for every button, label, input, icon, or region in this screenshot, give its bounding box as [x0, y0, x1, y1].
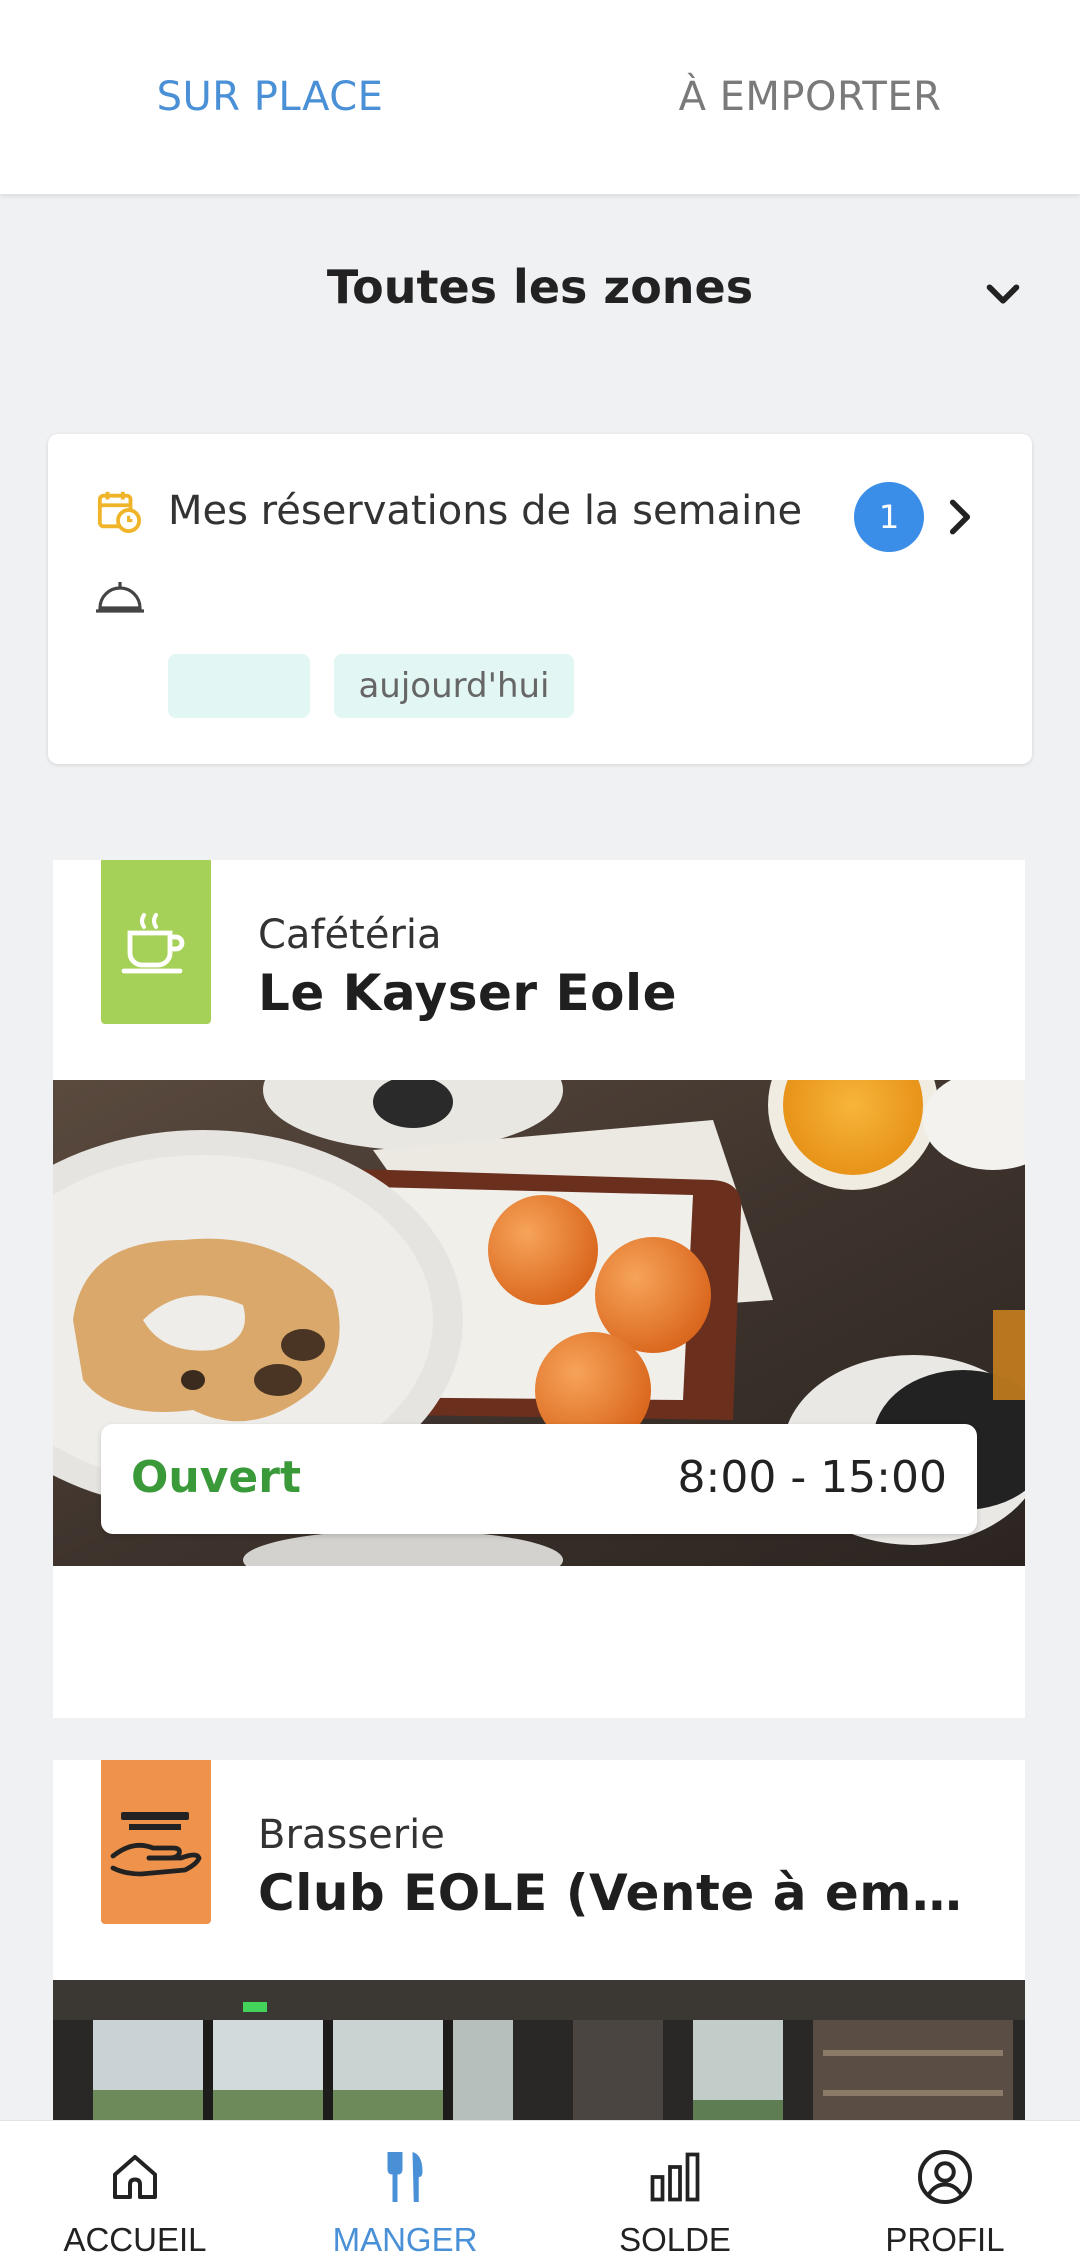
- service-mode-tabs: SUR PLACE À EMPORTER: [0, 0, 1080, 194]
- home-icon: [113, 2155, 157, 2199]
- reservation-day-chip[interactable]: [168, 654, 310, 718]
- nav-accueil[interactable]: ACCUEIL: [0, 2121, 270, 2268]
- serving-hand-icon: [110, 1812, 202, 1877]
- restaurant-photo: Ouvert 8:00 - 15:00: [53, 1080, 1025, 1566]
- fork-knife-icon: [387, 2152, 423, 2202]
- bottom-navigation: ACCUEIL MANGER SOLDE PROFIL: [0, 2120, 1080, 2268]
- nav-label-accueil: ACCUEIL: [63, 2221, 207, 2258]
- open-status: Ouvert: [131, 1452, 301, 1503]
- chevron-right-icon[interactable]: [938, 492, 982, 542]
- opening-hours-box: Ouvert 8:00 - 15:00: [101, 1424, 977, 1534]
- zone-title: Toutes les zones: [326, 260, 754, 314]
- calendar-clock-icon: [97, 491, 142, 534]
- reservations-card[interactable]: Mes réservations de la semaine 1 aujourd…: [48, 434, 1032, 764]
- reservations-title: Mes réservations de la semaine: [168, 488, 803, 534]
- nav-manger[interactable]: MANGER: [270, 2121, 540, 2268]
- nav-label-solde: SOLDE: [619, 2221, 731, 2258]
- nav-profil[interactable]: PROFIL: [810, 2121, 1080, 2268]
- nav-solde[interactable]: SOLDE: [540, 2121, 810, 2268]
- zone-selector[interactable]: Toutes les zones: [0, 240, 1080, 340]
- bar-chart-icon: [650, 2152, 700, 2202]
- restaurant-type: Brasserie: [258, 1812, 445, 1858]
- reservations-count-badge: 1: [854, 482, 924, 552]
- user-circle-icon: [918, 2150, 972, 2204]
- nav-label-profil: PROFIL: [885, 2221, 1005, 2258]
- chevron-down-icon: [986, 284, 1020, 304]
- tab-sur-place[interactable]: SUR PLACE: [0, 0, 540, 194]
- restaurant-category-tag: [101, 1760, 211, 1924]
- nav-label-manger: MANGER: [332, 2221, 478, 2258]
- tab-a-emporter[interactable]: À EMPORTER: [540, 0, 1080, 194]
- opening-hours: 8:00 - 15:00: [677, 1452, 947, 1503]
- cloche-icon: [96, 582, 144, 613]
- restaurant-card[interactable]: Cafétéria Le Kayser Eole Ouvert 8:00 - 1…: [53, 860, 1025, 1718]
- restaurant-category-tag: [101, 860, 211, 1024]
- restaurant-name: Le Kayser Eole: [258, 964, 678, 1022]
- coffee-cup-icon: [121, 913, 185, 974]
- restaurant-type: Cafétéria: [258, 912, 442, 958]
- restaurant-name: Club EOLE (Vente à emporter): [258, 1864, 998, 1922]
- reservation-today-chip[interactable]: aujourd'hui: [334, 654, 574, 718]
